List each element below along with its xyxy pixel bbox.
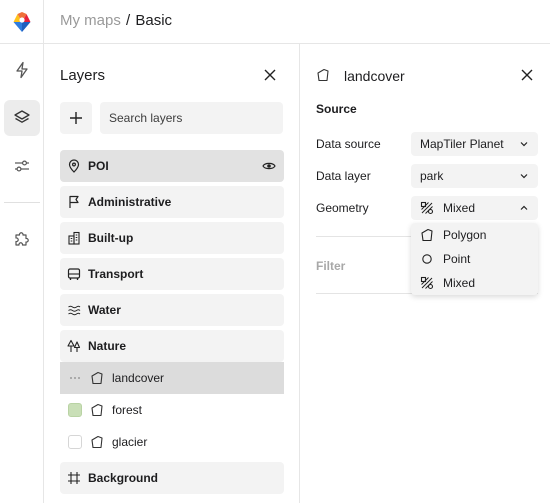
layer-item-landcover[interactable]: landcover bbox=[60, 362, 284, 394]
layer-group-water[interactable]: Water bbox=[60, 294, 284, 326]
logo-icon bbox=[13, 12, 30, 32]
plus-icon bbox=[70, 112, 82, 124]
circle-icon bbox=[420, 252, 434, 266]
tool-rail bbox=[0, 44, 44, 503]
layers-panel: Layers POI Administrative Built-up bbox=[44, 44, 300, 503]
color-swatch[interactable] bbox=[68, 435, 82, 449]
layer-group-label: Nature bbox=[88, 339, 127, 353]
pin-icon bbox=[66, 158, 82, 174]
close-icon bbox=[521, 69, 533, 81]
layer-group-built-up[interactable]: Built-up bbox=[60, 222, 284, 254]
geometry-select[interactable]: Mixed bbox=[411, 196, 538, 220]
trees-icon bbox=[66, 338, 82, 354]
layer-item-glacier[interactable]: glacier bbox=[60, 426, 284, 458]
layer-group-label: Background bbox=[88, 471, 159, 485]
chevron-down-icon bbox=[520, 142, 528, 147]
layer-group-nature[interactable]: Nature bbox=[60, 330, 284, 362]
polygon-icon bbox=[420, 228, 434, 242]
sliders-icon bbox=[15, 160, 29, 172]
layers-icon bbox=[14, 110, 30, 123]
layer-detail-panel: landcover Source Data source MapTiler Pl… bbox=[300, 44, 550, 503]
geometry-option-polygon[interactable]: Polygon bbox=[411, 223, 538, 247]
breadcrumb: My maps / Basic bbox=[60, 12, 172, 30]
layer-item-label: glacier bbox=[112, 435, 148, 449]
flag-icon bbox=[66, 194, 82, 210]
breadcrumb-current-map: Basic bbox=[135, 12, 173, 29]
layer-group-label: Built-up bbox=[88, 231, 134, 245]
option-label: Polygon bbox=[443, 228, 487, 242]
chevron-down-icon bbox=[520, 174, 528, 179]
filter-section-heading: Filter bbox=[316, 259, 346, 273]
frame-icon bbox=[66, 470, 82, 486]
layer-item-label: landcover bbox=[112, 371, 165, 385]
mixed-icon bbox=[420, 201, 434, 215]
data-source-label: Data source bbox=[316, 137, 381, 151]
rail-divider bbox=[4, 202, 40, 203]
data-layer-select[interactable]: park bbox=[411, 164, 538, 188]
layer-group-label: Administrative bbox=[88, 195, 172, 209]
layer-group-administrative[interactable]: Administrative bbox=[60, 186, 284, 218]
mixed-icon bbox=[420, 276, 434, 290]
layers-panel-title: Layers bbox=[60, 67, 106, 84]
top-bar: My maps / Basic bbox=[0, 0, 550, 44]
rail-settings-button[interactable] bbox=[4, 148, 40, 184]
drag-handle-icon[interactable] bbox=[68, 371, 82, 385]
data-layer-label: Data layer bbox=[316, 169, 371, 183]
building-icon bbox=[66, 230, 82, 246]
geometry-label: Geometry bbox=[316, 201, 369, 215]
breadcrumb-my-maps[interactable]: My maps bbox=[60, 12, 121, 29]
layer-group-label: Transport bbox=[88, 267, 144, 281]
layer-group-label: Water bbox=[88, 303, 121, 317]
option-label: Mixed bbox=[443, 276, 476, 290]
waves-icon bbox=[66, 302, 82, 318]
eye-icon[interactable] bbox=[262, 159, 276, 173]
option-label: Point bbox=[443, 252, 471, 266]
puzzle-icon bbox=[15, 232, 29, 246]
geometry-option-point[interactable]: Point bbox=[411, 247, 538, 271]
rail-layers-button[interactable] bbox=[4, 100, 40, 136]
close-icon bbox=[264, 69, 276, 81]
search-layers-input[interactable] bbox=[100, 102, 283, 134]
polygon-icon bbox=[91, 403, 103, 417]
geometry-option-mixed[interactable]: Mixed bbox=[411, 271, 538, 295]
polygon-icon bbox=[91, 435, 103, 449]
breadcrumb-separator: / bbox=[126, 12, 131, 29]
geometry-dropdown-menu: Polygon Point Mixed bbox=[411, 223, 538, 295]
layer-group-transport[interactable]: Transport bbox=[60, 258, 284, 290]
chevron-up-icon bbox=[520, 205, 528, 210]
layer-group-poi[interactable]: POI bbox=[60, 150, 284, 182]
bus-icon bbox=[66, 266, 82, 282]
layer-group-background[interactable]: Background bbox=[60, 462, 284, 494]
layer-item-forest[interactable]: forest bbox=[60, 394, 284, 426]
data-source-value: MapTiler Planet bbox=[420, 137, 504, 151]
data-source-select[interactable]: MapTiler Planet bbox=[411, 132, 538, 156]
close-detail-panel-button[interactable] bbox=[517, 65, 537, 85]
geometry-value: Mixed bbox=[443, 201, 476, 215]
data-layer-value: park bbox=[420, 169, 444, 183]
close-layers-panel-button[interactable] bbox=[260, 65, 280, 85]
polygon-icon bbox=[317, 68, 329, 82]
color-swatch[interactable] bbox=[68, 403, 82, 417]
rail-quick-actions-button[interactable] bbox=[4, 52, 40, 88]
rail-extensions-button[interactable] bbox=[4, 221, 40, 257]
layer-group-label: POI bbox=[88, 159, 109, 173]
polygon-icon bbox=[91, 371, 103, 385]
source-section-heading: Source bbox=[316, 102, 357, 116]
layer-item-label: forest bbox=[112, 403, 143, 417]
bolt-icon bbox=[16, 61, 28, 79]
detail-layer-title: landcover bbox=[344, 68, 405, 84]
add-layer-button[interactable] bbox=[60, 102, 92, 134]
maptiler-logo[interactable] bbox=[0, 0, 44, 44]
